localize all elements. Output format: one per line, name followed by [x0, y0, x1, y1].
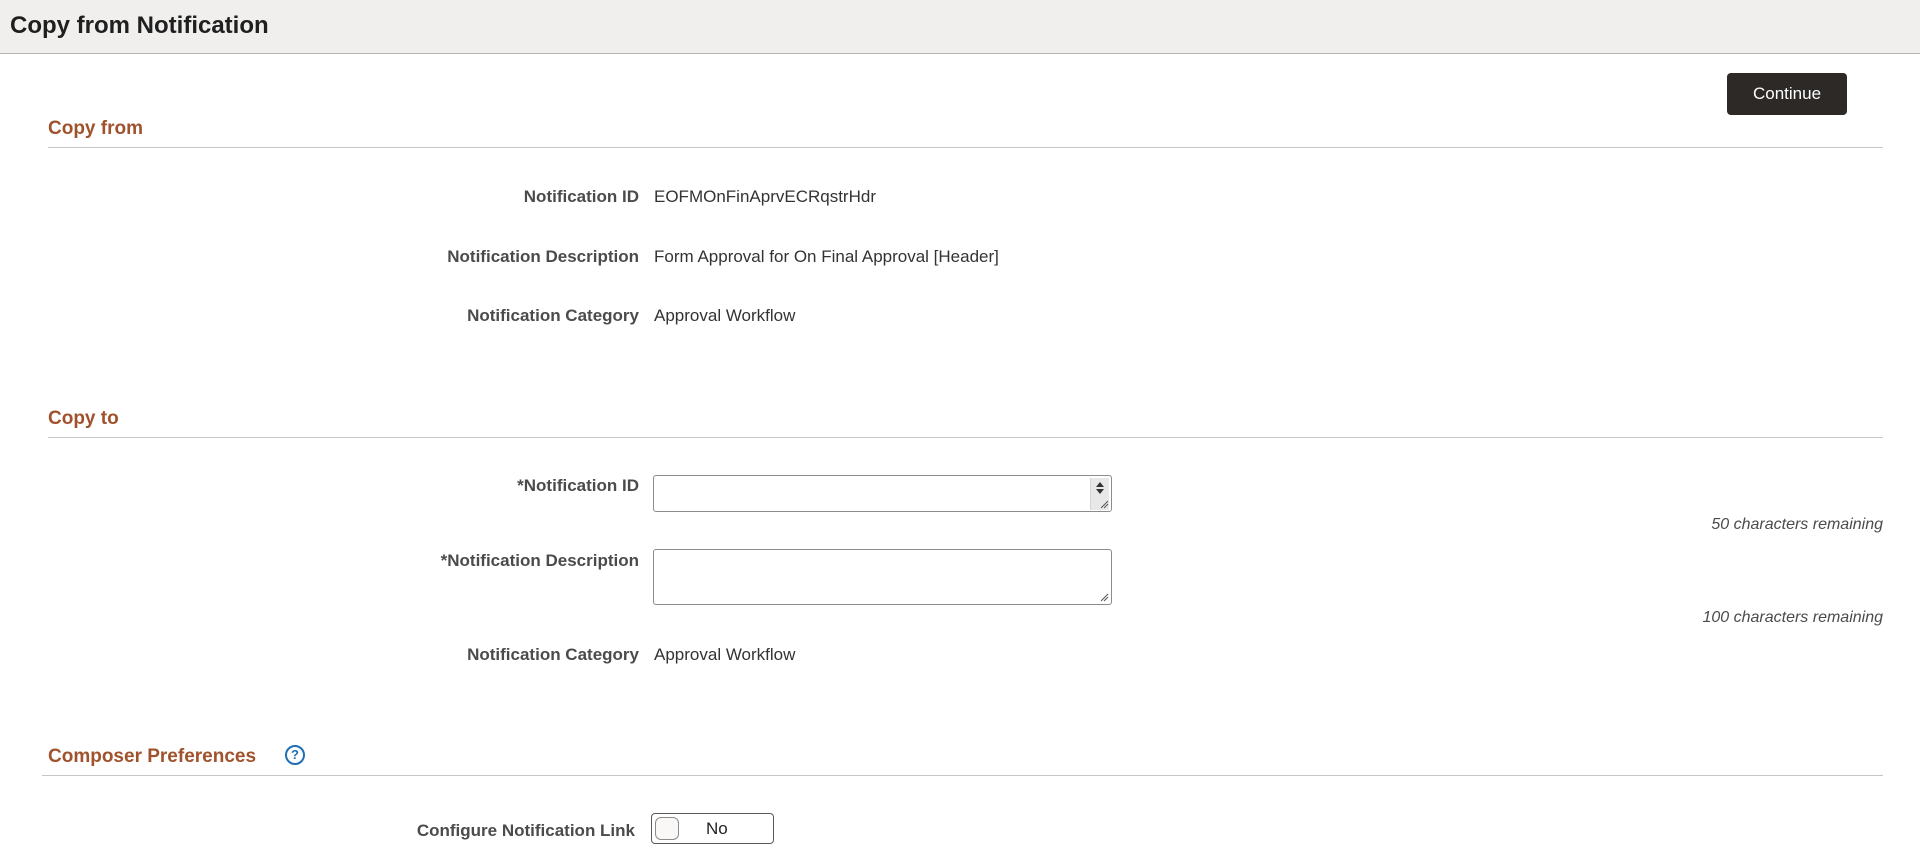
copy-to-notification-description-label: *Notification Description: [440, 551, 639, 570]
chevron-up-icon[interactable]: [1096, 482, 1104, 487]
copy-from-section-title: Copy from: [48, 118, 143, 139]
composer-preferences-section-title: Composer Preferences: [48, 746, 257, 767]
resize-grip-icon[interactable]: [1099, 499, 1109, 509]
page: Copy from Notification Continue Copy fro…: [0, 0, 1920, 860]
title-bar: Copy from Notification: [0, 0, 1920, 54]
copy-from-divider: [48, 147, 1883, 148]
copy-from-notification-id-label: Notification ID: [523, 187, 639, 206]
toggle-knob: [655, 817, 679, 840]
continue-button[interactable]: Continue: [1727, 73, 1847, 115]
notification-description-input[interactable]: [654, 550, 1111, 604]
copy-to-notification-category-label: Notification Category: [467, 645, 639, 664]
page-title: Copy from Notification: [10, 12, 269, 39]
toggle-state-label: No: [706, 819, 728, 838]
configure-notification-link-label: Configure Notification Link: [416, 821, 635, 840]
configure-notification-link-toggle[interactable]: No: [651, 813, 774, 844]
copy-to-notification-id-label: *Notification ID: [517, 476, 639, 495]
copy-from-notification-id-value: EOFMOnFinAprvECRqstrHdr: [654, 187, 876, 206]
copy-from-notification-description-value: Form Approval for On Final Approval [Hea…: [654, 247, 999, 266]
copy-to-section-title: Copy to: [48, 408, 119, 429]
copy-from-notification-category-value: Approval Workflow: [654, 306, 796, 325]
notification-id-remaining: 50 characters remaining: [1711, 516, 1883, 533]
help-icon[interactable]: ?: [285, 745, 305, 765]
notification-description-remaining: 100 characters remaining: [1702, 609, 1883, 626]
copy-from-notification-description-label: Notification Description: [447, 247, 639, 266]
copy-from-notification-category-label: Notification Category: [467, 306, 639, 325]
composer-preferences-divider: [42, 775, 1883, 776]
notification-id-field[interactable]: [653, 475, 1112, 512]
notification-id-input[interactable]: [654, 476, 1111, 511]
copy-to-notification-category-value: Approval Workflow: [654, 645, 796, 664]
chevron-down-icon[interactable]: [1096, 489, 1104, 494]
copy-to-divider: [48, 437, 1883, 438]
resize-grip-icon[interactable]: [1099, 592, 1109, 602]
notification-description-field[interactable]: [653, 549, 1112, 605]
